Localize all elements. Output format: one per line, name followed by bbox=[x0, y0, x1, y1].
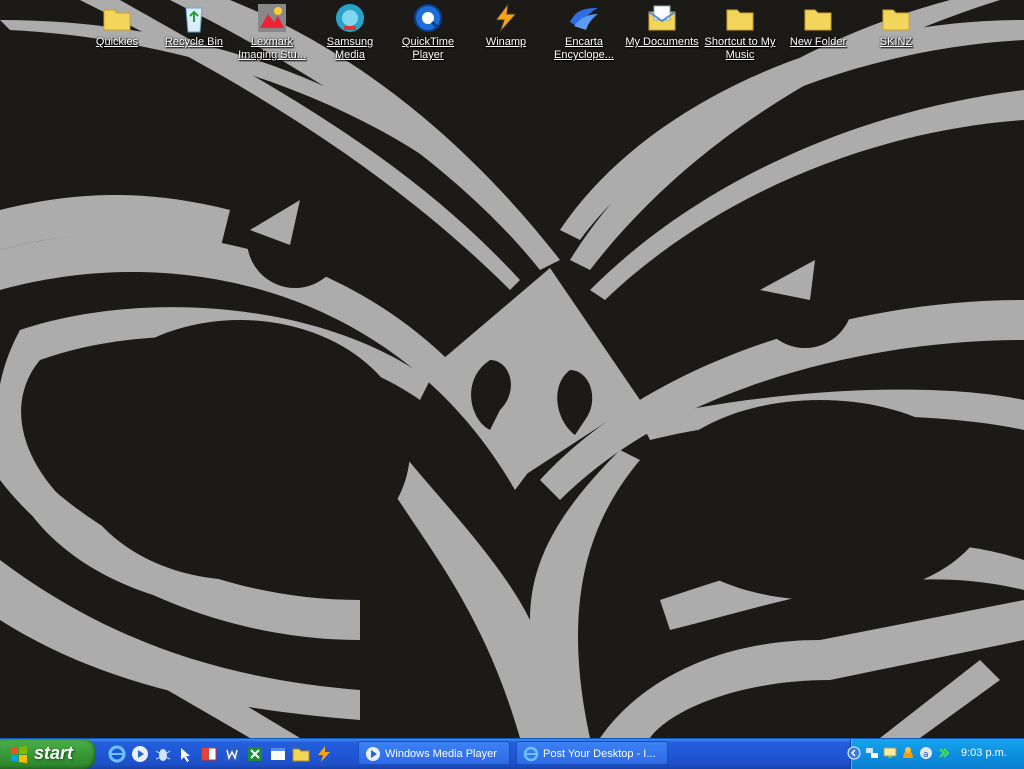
desktop-icon-label: Quickies bbox=[95, 36, 139, 48]
desktop-icon-samsung[interactable]: Samsung Media Studio5 bbox=[311, 2, 389, 62]
quicktime-icon bbox=[414, 4, 442, 32]
folder-icon bbox=[804, 9, 832, 31]
network-icon[interactable] bbox=[865, 746, 879, 760]
clock[interactable]: 9:03 p.m. bbox=[961, 747, 1007, 759]
internet-explorer-icon[interactable] bbox=[108, 745, 126, 763]
desktop-icon-recycle-bin[interactable]: Recycle Bin bbox=[155, 2, 233, 49]
desktop-icon-quicktime[interactable]: QuickTime Player bbox=[389, 2, 467, 62]
excel-icon[interactable] bbox=[246, 745, 264, 763]
messenger-icon[interactable] bbox=[901, 746, 915, 760]
desktop-icon-label: My Documents bbox=[625, 36, 699, 48]
display-icon[interactable] bbox=[883, 746, 897, 760]
task-button-media-player[interactable]: Windows Media Player bbox=[358, 741, 510, 765]
media-player-icon bbox=[366, 747, 380, 761]
samsung-media-studio-icon bbox=[336, 4, 364, 32]
taskbar: start Windows Media Player Post Your Des… bbox=[0, 738, 1024, 769]
media-player-icon[interactable] bbox=[131, 745, 149, 763]
window-icon[interactable] bbox=[269, 745, 287, 763]
desktop-icon-label: Shortcut to My Music bbox=[704, 36, 776, 61]
folder-icon bbox=[882, 9, 910, 31]
bug-icon[interactable] bbox=[154, 745, 172, 763]
update-icon[interactable] bbox=[937, 746, 951, 760]
winamp-icon bbox=[495, 2, 518, 33]
task-label: Windows Media Player bbox=[385, 748, 497, 760]
encarta-icon bbox=[570, 8, 598, 30]
lexmark-imaging-icon bbox=[258, 4, 286, 32]
desktop-icon-label: SKINZ bbox=[879, 36, 913, 48]
folder-icon bbox=[103, 9, 131, 31]
word-icon[interactable] bbox=[223, 745, 241, 763]
desktop-icon-my-music-shortcut[interactable]: Shortcut to My Music bbox=[701, 2, 779, 62]
desktop-icon-quickies[interactable]: Quickies bbox=[78, 2, 156, 49]
winamp-icon[interactable] bbox=[315, 745, 333, 763]
system-tray: a 9:03 p.m. bbox=[847, 739, 1024, 769]
antivirus-icon[interactable]: a bbox=[919, 746, 933, 760]
desktop-icon-label: Winamp bbox=[485, 36, 527, 48]
folder-icon[interactable] bbox=[292, 745, 310, 763]
chevron-left-icon[interactable] bbox=[847, 746, 861, 760]
task-button-post-your-desktop[interactable]: Post Your Desktop - I... bbox=[516, 741, 668, 765]
desktop-icon-label: QuickTime Player bbox=[401, 36, 455, 61]
arrow-icon[interactable] bbox=[177, 745, 195, 763]
my-documents-icon bbox=[648, 5, 676, 31]
start-label: start bbox=[34, 743, 74, 763]
start-button[interactable]: start bbox=[0, 739, 96, 769]
folder-icon bbox=[726, 9, 754, 31]
desktop-icon-lexmark[interactable]: Lexmark Imaging Stu... bbox=[233, 2, 311, 62]
windows-logo-icon bbox=[11, 746, 27, 763]
desktop-icon-label: Lexmark Imaging Stu... bbox=[238, 36, 306, 61]
task-label: Post Your Desktop - I... bbox=[543, 748, 656, 760]
desktop-icon-label: New Folder bbox=[789, 36, 847, 48]
svg-text:a: a bbox=[923, 750, 929, 760]
desktop-icon-winamp[interactable]: Winamp bbox=[467, 2, 545, 49]
desktop-icon-encarta[interactable]: Encarta Encyclope... bbox=[545, 2, 623, 62]
desktop-icon-my-documents[interactable]: My Documents bbox=[623, 2, 701, 49]
desktop-icon-skinz[interactable]: SKINZ bbox=[857, 2, 935, 49]
recycle-bin-icon bbox=[185, 7, 203, 33]
desktop-icon-label: Encarta Encyclope... bbox=[554, 36, 614, 61]
desktop-icon-new-folder[interactable]: New Folder bbox=[779, 2, 857, 49]
internet-explorer-icon bbox=[523, 746, 539, 762]
desktop-wallpaper bbox=[0, 0, 1024, 738]
desktop-icon-label: Samsung Media Studio5 bbox=[326, 36, 374, 61]
outlook-icon[interactable] bbox=[200, 745, 218, 763]
desktop-icon-label: Recycle Bin bbox=[164, 36, 224, 48]
